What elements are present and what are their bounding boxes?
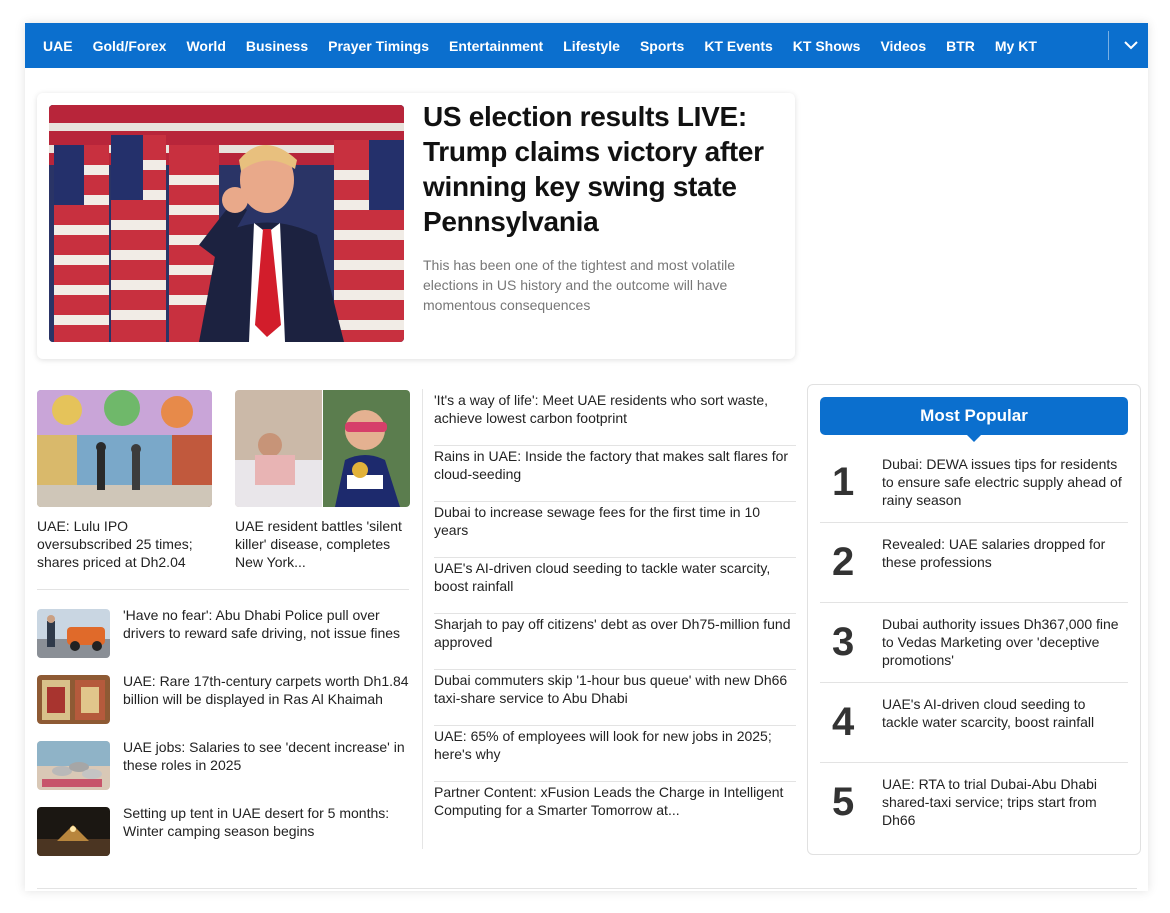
nav-item-my-kt[interactable]: My KT <box>995 38 1037 54</box>
list-thumbnail[interactable] <box>37 807 110 856</box>
chevron-down-icon[interactable] <box>1121 35 1141 55</box>
list-item[interactable]: Partner Content: xFusion Leads the Charg… <box>434 782 796 838</box>
hero-description: This has been one of the tightest and mo… <box>423 257 736 313</box>
nav-item-lifestyle[interactable]: Lifestyle <box>563 38 620 54</box>
nav-items: UAE Gold/Forex World Business Prayer Tim… <box>25 23 1057 68</box>
nav-item-entertainment[interactable]: Entertainment <box>449 38 543 54</box>
card-silent-killer[interactable]: UAE resident battles 'silent killer' dis… <box>235 390 410 571</box>
popular-rank: 4 <box>832 700 855 744</box>
popular-item-2[interactable]: 2 Revealed: UAE salaries dropped for the… <box>820 523 1128 603</box>
list-item[interactable]: Dubai commuters skip '1-hour bus queue' … <box>434 670 796 726</box>
list-item[interactable]: Dubai to increase sewage fees for the fi… <box>434 502 796 558</box>
list-text[interactable]: 'It's a way of life': Meet UAE residents… <box>434 390 796 427</box>
nav-item-sports[interactable]: Sports <box>640 38 684 54</box>
page: UAE Gold/Forex World Business Prayer Tim… <box>25 23 1148 891</box>
nav-item-prayer-timings[interactable]: Prayer Timings <box>328 38 429 54</box>
popular-item-5[interactable]: 5 UAE: RTA to trial Dubai-Abu Dhabi shar… <box>820 763 1128 843</box>
hero-image[interactable] <box>49 105 404 342</box>
most-popular-heading: Most Popular <box>820 397 1128 442</box>
list-item[interactable]: UAE: Rare 17th-century carpets worth Dh1… <box>37 672 409 729</box>
popular-rank: 3 <box>832 620 855 664</box>
nav-divider <box>1108 31 1109 60</box>
divider <box>37 589 409 590</box>
list-text[interactable]: 'Have no fear': Abu Dhabi Police pull ov… <box>123 606 409 642</box>
popular-text[interactable]: UAE: RTA to trial Dubai-Abu Dhabi shared… <box>882 775 1124 829</box>
column-divider <box>422 389 423 849</box>
list-thumbnail[interactable] <box>37 741 110 790</box>
popular-text[interactable]: Dubai: DEWA issues tips for residents to… <box>882 455 1124 509</box>
list-text[interactable]: Rains in UAE: Inside the factory that ma… <box>434 446 796 483</box>
hero-title[interactable]: US election results LIVE: Trump claims v… <box>423 99 783 239</box>
list-text[interactable]: Setting up tent in UAE desert for 5 mont… <box>123 804 409 840</box>
list-item[interactable]: UAE: 65% of employees will look for new … <box>434 726 796 782</box>
nav-item-business[interactable]: Business <box>246 38 308 54</box>
list-thumbnail[interactable] <box>37 609 110 658</box>
main-nav: UAE Gold/Forex World Business Prayer Tim… <box>25 23 1148 68</box>
list-item[interactable]: 'Have no fear': Abu Dhabi Police pull ov… <box>37 606 409 663</box>
popular-item-4[interactable]: 4 UAE's AI-driven cloud seeding to tackl… <box>820 683 1128 763</box>
list-item[interactable]: Setting up tent in UAE desert for 5 mont… <box>37 804 409 861</box>
nav-item-uae[interactable]: UAE <box>43 38 73 54</box>
list-text[interactable]: Dubai to increase sewage fees for the fi… <box>434 502 796 539</box>
popular-rank: 5 <box>832 780 855 824</box>
popular-rank: 2 <box>832 540 855 584</box>
popular-rank: 1 <box>832 460 855 504</box>
list-item[interactable]: Rains in UAE: Inside the factory that ma… <box>434 446 796 502</box>
popular-item-3[interactable]: 3 Dubai authority issues Dh367,000 fine … <box>820 603 1128 683</box>
list-text[interactable]: UAE: 65% of employees will look for new … <box>434 726 796 763</box>
nav-item-gold-forex[interactable]: Gold/Forex <box>93 38 167 54</box>
list-item[interactable]: 'It's a way of life': Meet UAE residents… <box>434 390 796 446</box>
card-lulu-ipo[interactable]: UAE: Lulu IPO oversubscribed 25 times; s… <box>37 390 212 571</box>
list-text[interactable]: UAE jobs: Salaries to see 'decent increa… <box>123 738 409 774</box>
list-item[interactable]: UAE's AI-driven cloud seeding to tackle … <box>434 558 796 614</box>
list-text[interactable]: UAE: Rare 17th-century carpets worth Dh1… <box>123 672 409 708</box>
nav-item-videos[interactable]: Videos <box>880 38 926 54</box>
list-text[interactable]: Partner Content: xFusion Leads the Charg… <box>434 782 796 819</box>
most-popular-panel: Most Popular 1 Dubai: DEWA issues tips f… <box>807 384 1141 855</box>
popular-text[interactable]: Revealed: UAE salaries dropped for these… <box>882 535 1124 571</box>
list-thumbnail[interactable] <box>37 675 110 724</box>
card-image[interactable] <box>37 390 212 507</box>
popular-text[interactable]: Dubai authority issues Dh367,000 fine to… <box>882 615 1124 669</box>
nav-item-btr[interactable]: BTR <box>946 38 975 54</box>
list-text[interactable]: Dubai commuters skip '1-hour bus queue' … <box>434 670 796 707</box>
popular-text[interactable]: UAE's AI-driven cloud seeding to tackle … <box>882 695 1124 731</box>
nav-item-world[interactable]: World <box>186 38 225 54</box>
hero-article[interactable]: US election results LIVE: Trump claims v… <box>37 93 795 359</box>
footer-divider <box>37 888 1137 889</box>
popular-item-1[interactable]: 1 Dubai: DEWA issues tips for residents … <box>820 443 1128 523</box>
card-text[interactable]: UAE resident battles 'silent killer' dis… <box>235 517 410 571</box>
card-image[interactable] <box>235 390 410 507</box>
nav-item-kt-shows[interactable]: KT Shows <box>793 38 861 54</box>
list-item[interactable]: UAE jobs: Salaries to see 'decent increa… <box>37 738 409 795</box>
card-text[interactable]: UAE: Lulu IPO oversubscribed 25 times; s… <box>37 517 212 571</box>
nav-item-kt-events[interactable]: KT Events <box>704 38 772 54</box>
list-item[interactable]: Sharjah to pay off citizens' debt as ove… <box>434 614 796 670</box>
list-text[interactable]: UAE's AI-driven cloud seeding to tackle … <box>434 558 796 595</box>
list-text[interactable]: Sharjah to pay off citizens' debt as ove… <box>434 614 796 651</box>
